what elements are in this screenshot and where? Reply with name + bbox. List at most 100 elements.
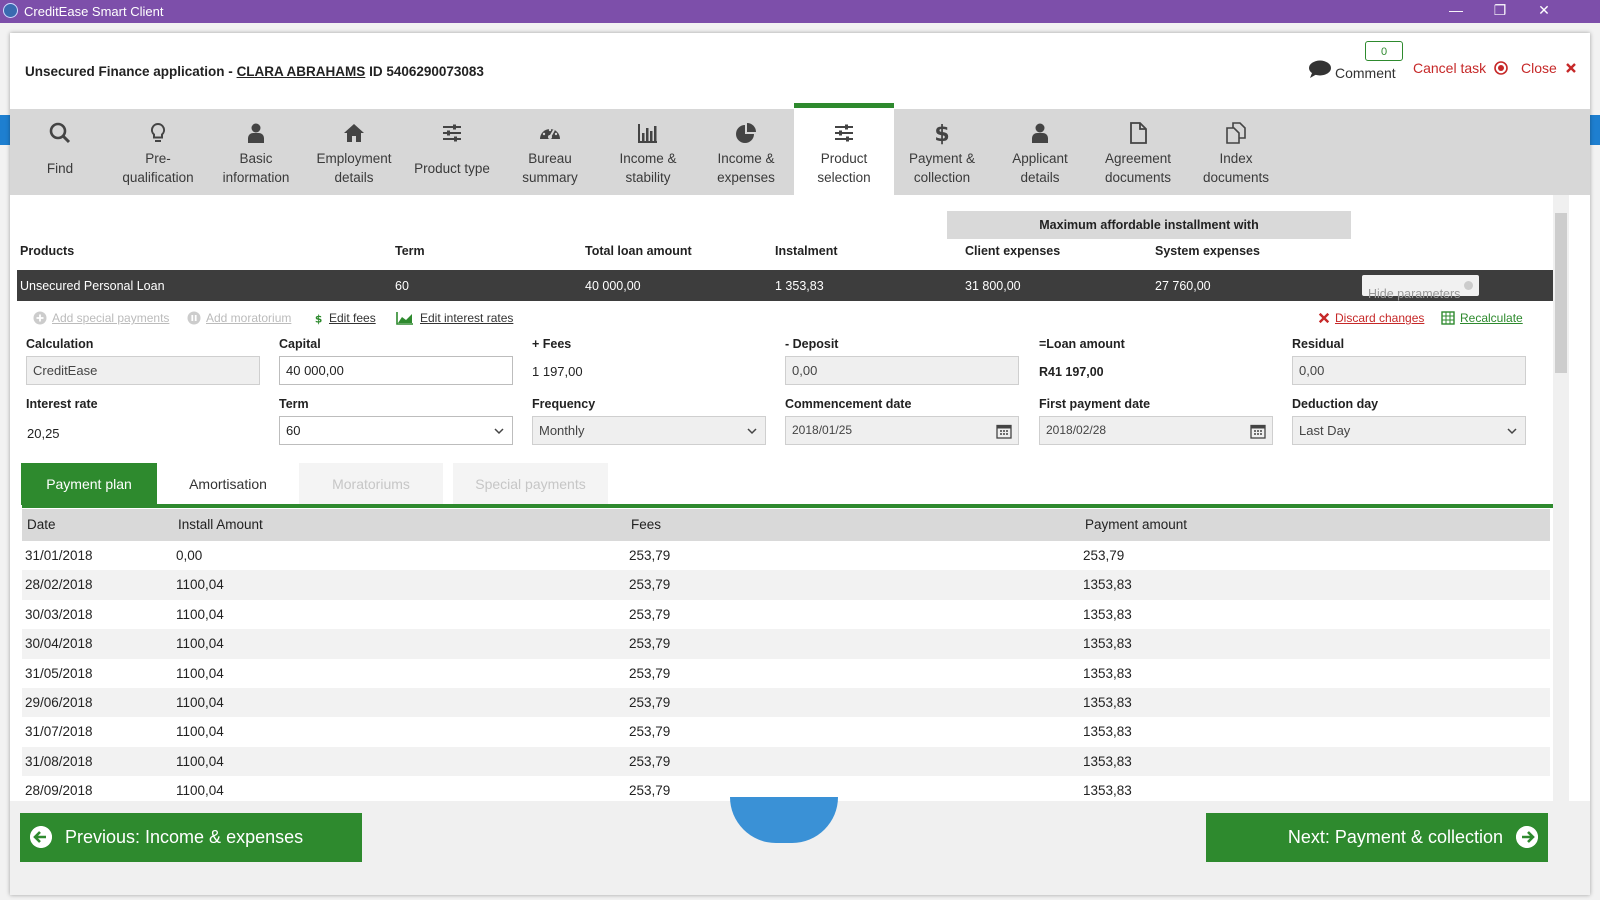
col-fees: Fees [631, 517, 662, 532]
product-row-selected[interactable]: Unsecured Personal Loan 60 40 000,00 1 3… [17, 270, 1567, 301]
table-row[interactable]: 31/08/2018 1100,04 253,79 1353,83 [22, 746, 1550, 777]
cell-payment-amount: 1353,83 [1083, 695, 1132, 710]
tab-special-payments[interactable]: Special payments [453, 463, 608, 505]
max-affordable-header: Maximum affordable installment with [947, 211, 1351, 239]
cell-payment-amount: 1353,83 [1083, 753, 1132, 769]
nav-pre-qualification[interactable]: Pre- qualification [108, 109, 208, 195]
deduction-day-select[interactable]: Last Day [1292, 416, 1526, 445]
sliders-icon [443, 124, 461, 142]
hide-parameters-button[interactable]: Hide parameters [1362, 275, 1479, 301]
col-date: Date [27, 517, 56, 532]
nav-product-selection[interactable]: Product selection [794, 103, 894, 195]
first-payment-date-picker[interactable]: 2018/02/28 [1039, 416, 1273, 445]
payment-plan-header: Date Install Amount Fees Payment amount [22, 509, 1550, 541]
close-button[interactable]: Close [1521, 60, 1577, 76]
table-row[interactable]: 31/01/2018 0,00 253,79 253,79 [22, 541, 1550, 570]
recalculate-link[interactable]: Recalculate [1441, 311, 1523, 325]
nav-label: details [1020, 170, 1060, 185]
edit-fees-link[interactable]: $ Edit fees [315, 311, 376, 325]
table-row[interactable]: 28/02/2018 1100,04 253,79 1353,83 [22, 570, 1550, 600]
table-row[interactable]: 31/07/2018 1100,04 253,79 1353,83 [22, 717, 1550, 746]
window-titlebar: CreditEase Smart Client — ❐ ✕ [0, 0, 1600, 23]
nav-bureau-summary[interactable]: Bureau summary [500, 109, 600, 195]
client-name-link[interactable]: CLARA ABRAHAMS [237, 64, 366, 79]
wizard-nav: Find Pre- qualification Basic informatio… [10, 103, 1590, 195]
table-row[interactable]: 30/04/2018 1100,04 253,79 1353,83 [22, 629, 1550, 659]
edit-interest-rates-link[interactable]: Edit interest rates [395, 311, 513, 325]
nav-label: documents [1104, 170, 1172, 185]
plus-circle-icon [33, 311, 47, 325]
cell-install-amount: 1100,04 [176, 636, 224, 652]
cell-payment-amount: 1353,83 [1083, 724, 1132, 740]
nav-income-stability[interactable]: Income & stability [598, 109, 698, 195]
discard-changes-link[interactable]: Discard changes [1318, 311, 1424, 325]
calculation-field: CreditEase [26, 356, 260, 385]
nav-payment-collection[interactable]: $ Payment & collection [892, 109, 992, 195]
minimize-button[interactable]: — [1434, 0, 1478, 23]
cell-fees: 253,79 [629, 577, 671, 593]
chevron-down-icon [1507, 428, 1517, 435]
nav-applicant-details[interactable]: Applicant details [990, 109, 1090, 195]
table-row[interactable]: 31/05/2018 1100,04 253,79 1353,83 [22, 659, 1550, 688]
nav-label: Applicant [1012, 151, 1068, 166]
floating-indicator [730, 797, 838, 843]
nav-label: Agreement [1104, 151, 1172, 166]
fees-label: + Fees [532, 337, 572, 351]
nav-product-type[interactable]: Product type [402, 109, 502, 195]
add-moratorium-link[interactable]: Add moratorium [187, 311, 291, 325]
nav-label: Bureau [528, 151, 572, 166]
nav-income-expenses[interactable]: Income & expenses [696, 109, 796, 195]
deposit-field: 0,00 [785, 356, 1019, 385]
gauge-icon [540, 128, 560, 139]
nav-employment-details[interactable]: Employment details [304, 109, 404, 195]
table-row[interactable]: 29/06/2018 1100,04 253,79 1353,83 [22, 688, 1550, 718]
col-payment-amount: Payment amount [1085, 517, 1188, 532]
wizard-footer: Previous: Income & expenses Next: Paymen… [10, 797, 1590, 895]
cell-fees: 253,79 [629, 753, 671, 769]
tab-moratoriums[interactable]: Moratoriums [299, 463, 443, 505]
search-icon [49, 122, 71, 144]
cell-date: 28/02/2018 [25, 577, 93, 593]
nav-find[interactable]: Find [10, 109, 110, 195]
restore-button[interactable]: ❐ [1478, 0, 1522, 23]
dollar-icon: $ [934, 122, 949, 145]
tab-payment-plan[interactable]: Payment plan [21, 463, 157, 505]
frequency-select-value: Monthly [539, 423, 585, 438]
col-total-loan-amount: Total loan amount [585, 244, 692, 258]
comment-button[interactable]: Comment [1335, 65, 1396, 81]
nav-label: Income & [619, 151, 677, 166]
add-special-payments-link[interactable]: Add special payments [33, 311, 169, 325]
residual-label: Residual [1292, 337, 1345, 351]
vertical-scrollbar[interactable] [1553, 195, 1569, 801]
add-special-payments-label: Add special payments [52, 311, 170, 325]
term-select[interactable]: 60 [279, 416, 513, 445]
tab-amortisation[interactable]: Amortisation [157, 463, 299, 505]
cell-install-amount: 1100,04 [176, 577, 224, 593]
calendar-icon[interactable] [1250, 423, 1266, 439]
pause-circle-icon [187, 311, 201, 325]
frequency-select[interactable]: Monthly [532, 416, 766, 445]
cell-date: 29/06/2018 [25, 695, 93, 710]
product-total-loan: 40 000,00 [585, 279, 641, 293]
capital-input[interactable]: 40 000,00 [279, 356, 513, 385]
next-button[interactable]: Next: Payment & collection [1206, 813, 1548, 862]
previous-button[interactable]: Previous: Income & expenses [20, 813, 362, 862]
nav-basic-information[interactable]: Basic information [206, 109, 306, 195]
scrollbar-thumb[interactable] [1555, 213, 1567, 373]
commencement-date-picker[interactable]: 2018/01/25 [785, 416, 1019, 445]
edit-fees-label: Edit fees [329, 311, 376, 325]
product-selection-panel: Maximum affordable installment with Prod… [15, 195, 1585, 833]
nav-label: Index [1219, 151, 1253, 166]
window-title: CreditEase Smart Client [24, 4, 164, 19]
table-row[interactable]: 30/03/2018 1100,04 253,79 1353,83 [22, 600, 1550, 629]
window-close-button[interactable]: ✕ [1522, 0, 1566, 23]
svg-text:$: $ [315, 312, 322, 325]
nav-label: Employment [316, 151, 392, 166]
comment-icon[interactable] [1308, 60, 1332, 78]
nav-agreement-documents[interactable]: Agreement documents [1088, 109, 1188, 195]
nav-index-documents[interactable]: Index documents [1186, 109, 1286, 195]
residual-field: 0,00 [1292, 356, 1526, 385]
calendar-icon[interactable] [996, 423, 1012, 439]
cancel-task-button[interactable]: Cancel task [1413, 60, 1508, 76]
cell-fees: 253,79 [629, 724, 671, 740]
